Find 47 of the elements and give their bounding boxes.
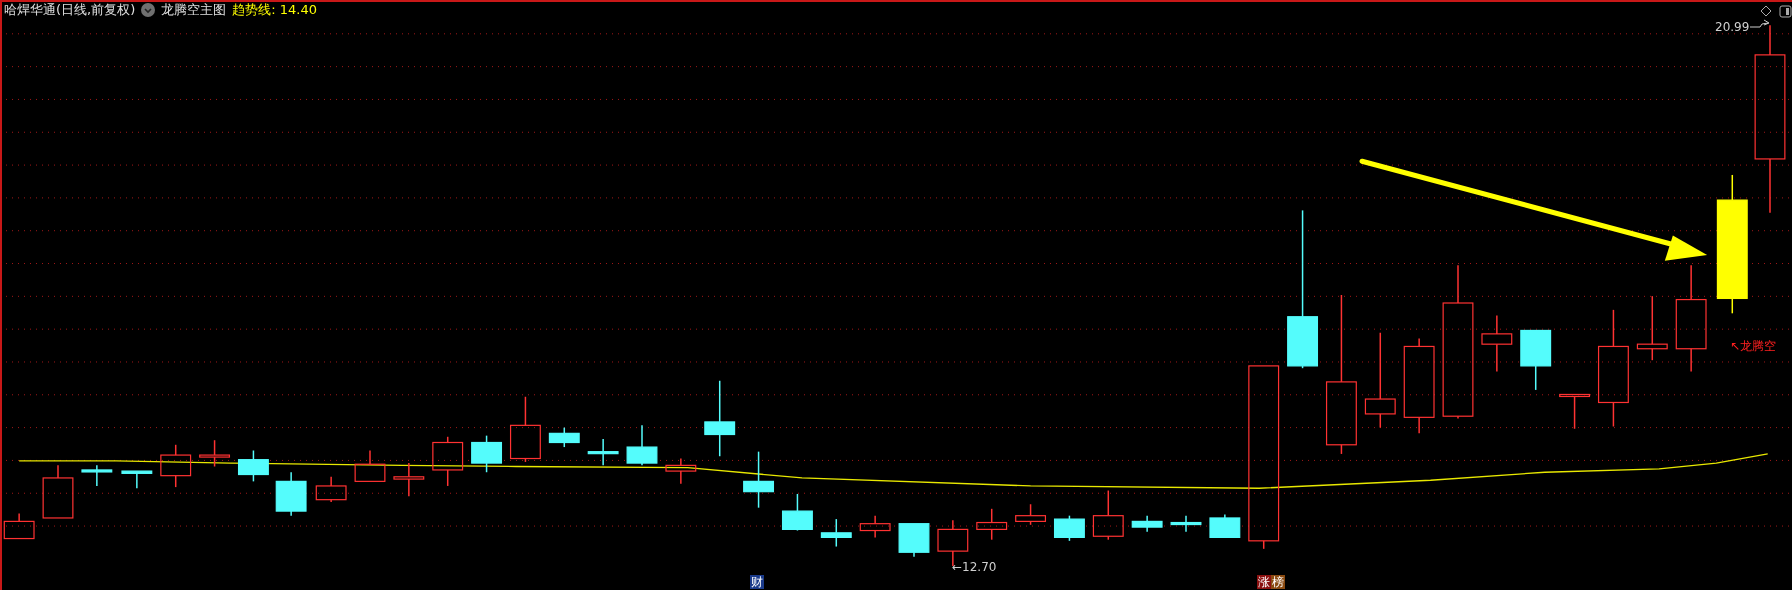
signal-label: ↖龙腾空 <box>1730 340 1777 353</box>
candlestick <box>548 426 580 448</box>
candlestick <box>743 450 775 509</box>
low-price-label: ←12.70 <box>952 561 997 574</box>
candlestick <box>587 438 619 467</box>
panel-icon[interactable] <box>1779 5 1792 18</box>
candlestick <box>393 462 425 497</box>
high-price-label: 20.99 <box>1715 21 1750 34</box>
candlestick <box>1559 393 1590 430</box>
candlestick <box>160 444 192 488</box>
chart-marker: 榜 <box>1271 575 1285 589</box>
stock-title: 哈焊华通(日线,前复权) <box>4 2 136 18</box>
candlestick <box>665 457 697 485</box>
candlestick <box>42 464 74 519</box>
candlestick <box>1636 295 1668 361</box>
candlestick <box>354 449 386 483</box>
indicator-name: 龙腾空主图 <box>161 2 227 18</box>
candlestick <box>859 514 891 539</box>
candlestick <box>898 522 930 558</box>
candlestick <box>199 439 231 468</box>
candlestick <box>781 493 813 532</box>
candlestick <box>81 464 113 487</box>
candlestick <box>471 434 503 473</box>
candlestick <box>1520 329 1552 391</box>
candlestick <box>1053 514 1085 542</box>
chart-marker: 财 <box>750 575 764 589</box>
trend-line-value: 趋势线: 14.40 <box>232 2 318 18</box>
dropdown-icon[interactable] <box>141 3 156 17</box>
candlestick <box>976 508 1008 541</box>
candlestick <box>315 476 347 503</box>
candlestick <box>626 424 658 467</box>
candlestick <box>1170 514 1202 533</box>
candlestick <box>3 512 35 540</box>
arrow-icon <box>1749 19 1770 28</box>
candlestick <box>1131 514 1163 533</box>
diamond-icon[interactable] <box>1760 5 1772 17</box>
chart-marker: 涨 <box>1257 575 1271 589</box>
candlestick <box>121 470 153 489</box>
candlestick <box>237 449 269 483</box>
candlestick <box>1092 489 1124 541</box>
candlestick <box>820 518 852 548</box>
candlestick <box>1015 503 1046 526</box>
candlestick <box>1209 513 1241 539</box>
candlestick <box>432 436 464 487</box>
candlestick <box>1481 314 1513 373</box>
candlestick <box>275 471 307 517</box>
candlestick <box>509 396 541 463</box>
